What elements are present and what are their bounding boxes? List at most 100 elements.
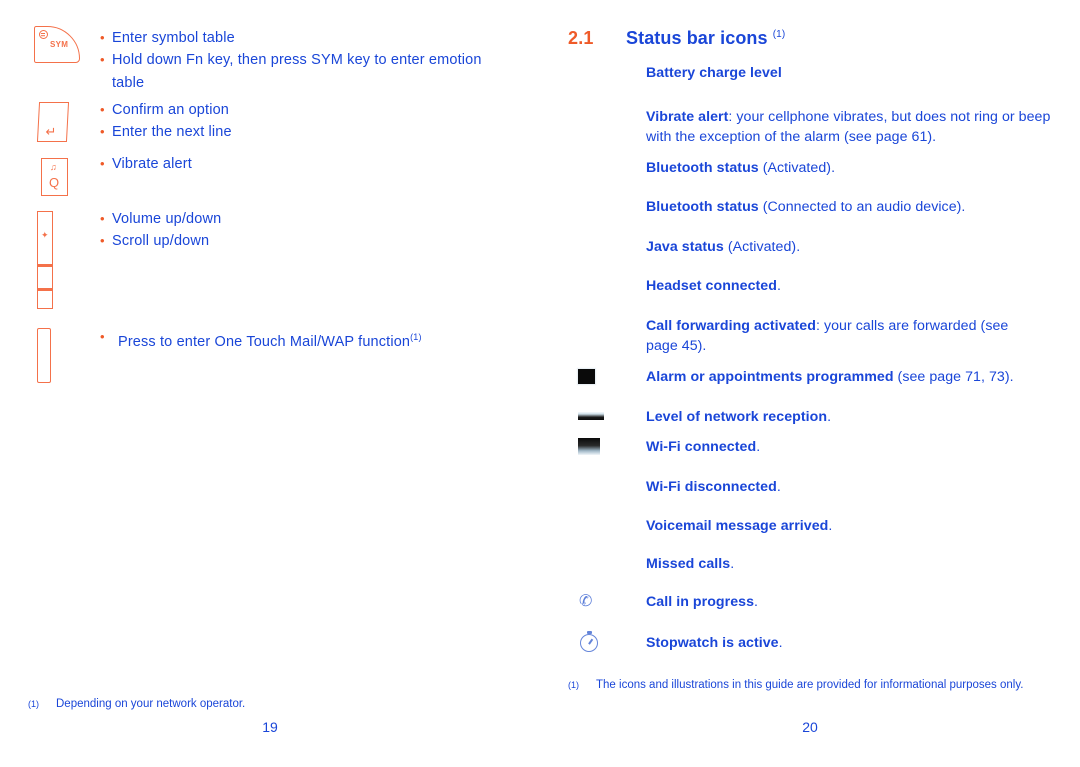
signal-glyph	[578, 412, 604, 420]
status-detail: .	[776, 278, 781, 294]
list-item-text: Battery charge level	[646, 64, 1078, 84]
stopwatch-icon	[576, 631, 610, 652]
alarm-icon	[576, 368, 610, 386]
status-label: Headset connected	[646, 278, 777, 294]
wifi-glyph	[578, 438, 600, 455]
status-detail: .	[756, 439, 761, 455]
status-label: Bluetooth status	[646, 199, 759, 215]
vibrate-glyph-icon: ♫	[50, 162, 57, 172]
list-item-text: Bluetooth status (Connected to an audio …	[646, 198, 1078, 218]
status-label: Voicemail message arrived	[646, 518, 829, 534]
page-title: Status bar icons (1)	[626, 28, 785, 49]
list-item-text: Level of network reception.	[646, 408, 1078, 428]
status-label: Call in progress	[646, 594, 755, 610]
enter-arrow-icon: ↵	[45, 124, 57, 139]
bluetooth-activated-icon	[576, 159, 610, 177]
sym-key-label: SYM	[50, 40, 69, 49]
list-item-text: Bluetooth status (Activated).	[646, 159, 1078, 179]
right-footnote: (1) The icons and illustrations in this …	[568, 678, 1046, 694]
enter-key-icon: ↵	[36, 102, 70, 142]
list-item-text: Call in progress.	[646, 593, 1078, 613]
list-item-text: Stopwatch is active.	[646, 634, 1078, 654]
list-item: Vibrate alert	[100, 152, 192, 175]
key-divider	[37, 288, 53, 291]
page-number-left: 19	[262, 719, 278, 735]
status-label: Call forwarding activated	[646, 318, 816, 334]
stopwatch-glyph	[580, 631, 598, 652]
alarm-glyph	[578, 369, 595, 384]
section-number: 2.1	[568, 28, 594, 48]
footnote-marker: (1)	[28, 699, 39, 709]
key-divider	[37, 264, 53, 267]
java-status-icon	[576, 238, 610, 256]
status-detail: (Activated).	[723, 239, 801, 255]
status-label: Battery charge level	[646, 65, 782, 81]
vibrate-q-key-icon: ♫ Q	[41, 158, 68, 196]
left-page-19: SYM Enter symbol table Hold down Fn key,…	[0, 0, 540, 767]
status-label: Level of network reception	[646, 409, 828, 425]
footnote-text: Depending on your network operator.	[56, 698, 246, 710]
section-title-text: Status bar icons	[626, 28, 768, 48]
status-detail: (see page 71, 73).	[893, 369, 1014, 385]
status-detail: .	[827, 409, 832, 425]
network-reception-icon	[576, 408, 610, 426]
smiley-icon	[39, 30, 48, 39]
one-touch-side-key-icon	[37, 328, 51, 383]
missed-calls-icon	[576, 555, 610, 573]
status-label: Stopwatch is active	[646, 635, 779, 651]
section-heading: 2.1 Status bar icons (1)	[568, 28, 1068, 49]
footnote-ref: (1)	[410, 332, 422, 342]
status-detail: .	[730, 556, 735, 572]
status-detail: .	[778, 635, 783, 651]
volume-side-key-icon: ✦	[37, 211, 53, 309]
list-item: Enter the next line	[100, 121, 232, 144]
page-number-right: 20	[802, 719, 818, 735]
vibrate-alert-icon	[576, 108, 610, 126]
battery-icon	[576, 64, 610, 82]
voicemail-icon	[576, 517, 610, 535]
status-label: Wi-Fi disconnected	[646, 479, 777, 495]
list-item-text: Press to enter One Touch Mail/WAP functi…	[118, 333, 411, 350]
list-item: Volume up/down	[100, 207, 221, 230]
status-detail: .	[828, 518, 833, 534]
list-item-text: Wi-Fi connected.	[646, 438, 1078, 458]
status-detail: .	[754, 594, 759, 610]
sym-key-icon: SYM	[34, 26, 80, 63]
status-detail: (Activated).	[758, 160, 836, 176]
right-page-20: 2.1 Status bar icons (1) Battery charge …	[540, 0, 1080, 767]
headset-icon	[576, 277, 610, 295]
list-item-text: Voicemail message arrived.	[646, 517, 1078, 537]
list-item: Press to enter One Touch Mail/WAP functi…	[100, 325, 422, 353]
bluetooth-audio-icon	[576, 198, 610, 216]
status-label: Missed calls	[646, 556, 731, 572]
enter-key-bullets: Confirm an option Enter the next line	[100, 98, 232, 144]
call-in-progress-icon: ✆	[576, 593, 610, 611]
one-touch-key-bullets: Press to enter One Touch Mail/WAP functi…	[100, 325, 422, 353]
footnote-marker: (1)	[568, 680, 579, 690]
vibrate-key-bullets: Vibrate alert	[100, 152, 192, 175]
status-label: Wi-Fi connected	[646, 439, 757, 455]
left-footnote: (1) Depending on your network operator.	[28, 697, 448, 713]
sym-key-bullets: Enter symbol table Hold down Fn key, the…	[100, 26, 512, 94]
wifi-disconnected-icon	[576, 478, 610, 496]
list-item: Enter symbol table	[100, 26, 512, 49]
status-label: Alarm or appointments programmed	[646, 369, 894, 385]
q-key-letter: Q	[49, 175, 60, 190]
list-item: Hold down Fn key, then press SYM key to …	[100, 49, 512, 94]
call-forwarding-icon	[576, 317, 610, 335]
list-item-text: Call forwarding activated: your calls ar…	[646, 317, 1026, 356]
status-detail: (Connected to an audio device).	[758, 199, 966, 215]
phone-glyph: ✆	[579, 593, 593, 610]
manual-page-spread: SYM Enter symbol table Hold down Fn key,…	[0, 0, 1080, 767]
volume-key-bullets: Volume up/down Scroll up/down	[100, 207, 221, 253]
footnote-ref: (1)	[772, 29, 786, 40]
list-item-text: Headset connected.	[646, 277, 1078, 297]
list-item-text: Vibrate alert: your cellphone vibrates, …	[646, 108, 1078, 147]
list-item-text: Missed calls.	[646, 555, 1078, 575]
status-detail: .	[776, 479, 781, 495]
list-item: Confirm an option	[100, 98, 232, 121]
wifi-connected-icon	[576, 438, 610, 456]
list-item-text: Wi-Fi disconnected.	[646, 478, 1078, 498]
list-item: Scroll up/down	[100, 230, 221, 253]
list-item-text: Alarm or appointments programmed (see pa…	[646, 368, 1078, 388]
